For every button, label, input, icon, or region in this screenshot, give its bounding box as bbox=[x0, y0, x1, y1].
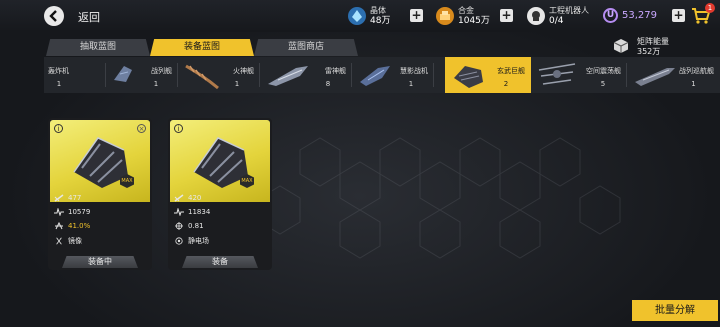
info-icon[interactable]: i bbox=[54, 124, 63, 133]
equip-button[interactable]: 装备 bbox=[182, 256, 258, 268]
class-item-battlecruiser[interactable]: 战列巡航舰 1 bbox=[627, 57, 720, 93]
top-bar: 返回 晶体 48万 + 合金 1045万 + 工程机器人 0/4 U 53,27… bbox=[0, 0, 720, 32]
close-icon[interactable]: × bbox=[137, 124, 146, 133]
health-icon bbox=[174, 208, 184, 216]
skill-name: 镜像 bbox=[68, 237, 82, 245]
add-alloy-button[interactable]: + bbox=[500, 9, 513, 22]
info-icon[interactable]: i bbox=[174, 124, 183, 133]
class-item-space-shock[interactable]: 空间震荡舰 5 bbox=[531, 57, 627, 93]
equipped-button[interactable]: 装备中 bbox=[62, 256, 138, 268]
bulk-dismantle-button[interactable]: 批量分解 bbox=[632, 300, 718, 321]
class-item-bomber[interactable]: 轰炸机 1 bbox=[44, 57, 106, 93]
attack-value: 477 bbox=[68, 194, 82, 202]
robots-amount: 0/4 bbox=[549, 16, 564, 26]
crit-value: 41.0% bbox=[68, 222, 91, 230]
class-label: 火神舰 bbox=[233, 67, 254, 75]
attack-stat: 477 bbox=[54, 194, 81, 202]
class-label: 玄武巨舰 bbox=[497, 67, 525, 75]
health-stat: 10579 bbox=[54, 208, 90, 216]
skill-name: 静电场 bbox=[188, 237, 209, 245]
class-label: 战列巡航舰 bbox=[679, 67, 714, 75]
robots-label: 工程机器人 bbox=[549, 6, 589, 15]
health-icon bbox=[54, 208, 64, 216]
cart-badge: 1 bbox=[705, 3, 715, 13]
class-label: 雷神舰 bbox=[325, 67, 346, 75]
add-crystal-button[interactable]: + bbox=[410, 9, 423, 22]
crit-stat: 41.0% bbox=[54, 222, 90, 230]
tab-equip-blueprint[interactable]: 装备蓝图 bbox=[150, 39, 254, 56]
alloy-icon bbox=[436, 7, 454, 25]
cube-icon bbox=[613, 39, 629, 53]
class-item-thor[interactable]: 雷神舰 8 bbox=[260, 57, 352, 93]
u-currency-amount: 53,279 bbox=[622, 10, 657, 21]
blueprint-card[interactable]: i MAX 420 11834 0.81 静电场 装备 bbox=[168, 118, 272, 270]
crit-value: 0.81 bbox=[188, 222, 204, 230]
crit-icon bbox=[55, 222, 63, 230]
mirror-skill-icon bbox=[56, 237, 62, 245]
ship-class-strip: 轰炸机 1 战列舰 1 火神舰 1 雷神舰 8 慧影战机 1 玄武巨舰 2 空间… bbox=[44, 57, 720, 93]
crystal-label: 晶体 bbox=[370, 6, 386, 15]
health-value: 11834 bbox=[188, 208, 211, 216]
robots-resource: 工程机器人 0/4 bbox=[527, 4, 589, 28]
crystal-resource: 晶体 48万 bbox=[348, 4, 390, 28]
u-currency-icon: U bbox=[603, 8, 618, 23]
class-label: 空间震荡舰 bbox=[586, 67, 621, 75]
class-item-xuanwu-giant[interactable]: 玄武巨舰 2 bbox=[445, 57, 531, 93]
class-count: 1 bbox=[408, 80, 414, 88]
static-field-icon bbox=[175, 237, 183, 245]
crystal-icon bbox=[348, 7, 366, 25]
health-value: 10579 bbox=[68, 208, 91, 216]
class-label: 慧影战机 bbox=[400, 67, 428, 75]
tab-blueprint-shop[interactable]: 蓝图商店 bbox=[254, 39, 358, 56]
alloy-label: 合金 bbox=[458, 6, 474, 15]
class-item-battleship[interactable]: 战列舰 1 bbox=[106, 57, 178, 93]
add-u-currency-button[interactable]: + bbox=[672, 9, 685, 22]
robot-icon bbox=[527, 7, 545, 25]
sword-icon bbox=[54, 194, 64, 202]
sword-icon bbox=[174, 194, 184, 202]
alloy-amount: 1045万 bbox=[458, 16, 490, 26]
back-button[interactable] bbox=[44, 6, 64, 26]
skill-stat: 静电场 bbox=[174, 236, 209, 246]
class-count: 1 bbox=[691, 80, 696, 88]
blueprint-card[interactable]: i × MAX 477 10579 41.0% 镜像 装备中 bbox=[48, 118, 152, 270]
target-icon bbox=[175, 222, 183, 230]
health-stat: 11834 bbox=[174, 208, 210, 216]
alloy-resource: 合金 1045万 bbox=[436, 4, 490, 28]
arrow-left-icon bbox=[49, 10, 57, 22]
class-label: 战列舰 bbox=[151, 67, 172, 75]
class-item-vulcan[interactable]: 火神舰 1 bbox=[178, 57, 260, 93]
matrix-energy-amount: 352万 bbox=[637, 47, 661, 56]
attack-stat: 420 bbox=[174, 194, 201, 202]
class-item-shadow-fighter[interactable]: 慧影战机 1 bbox=[352, 57, 434, 93]
class-label: 轰炸机 bbox=[48, 67, 69, 75]
back-label: 返回 bbox=[78, 11, 100, 24]
attack-value: 420 bbox=[188, 194, 202, 202]
class-count: 1 bbox=[56, 80, 62, 88]
tab-draw-blueprint[interactable]: 抽取蓝图 bbox=[46, 39, 150, 56]
skill-stat: 镜像 bbox=[54, 236, 82, 246]
crystal-amount: 48万 bbox=[370, 16, 391, 26]
crit-stat: 0.81 bbox=[174, 222, 204, 230]
